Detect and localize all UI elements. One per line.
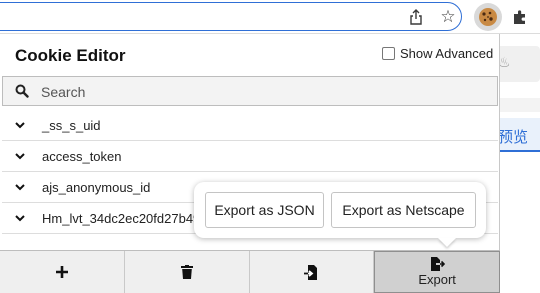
chevron-down-icon xyxy=(15,184,25,191)
popup-title: Cookie Editor xyxy=(15,46,126,65)
search-icon xyxy=(15,84,29,98)
export-button[interactable]: Export xyxy=(374,251,500,293)
cookie-name: ajs_anonymous_id xyxy=(42,180,151,195)
share-icon[interactable] xyxy=(404,5,428,29)
chevron-down-icon xyxy=(15,122,25,129)
trash-icon xyxy=(180,265,193,279)
import-icon xyxy=(304,264,318,280)
cookie-name: access_token xyxy=(42,149,122,164)
chevron-down-icon xyxy=(15,215,25,222)
bookmark-star-icon[interactable]: ☆ xyxy=(436,5,460,29)
show-advanced-toggle[interactable]: Show Advanced xyxy=(382,44,493,62)
search-placeholder: Search xyxy=(41,84,86,100)
cookie-item[interactable]: access_token xyxy=(2,141,498,172)
plus-icon xyxy=(55,266,68,278)
add-cookie-button[interactable] xyxy=(0,251,125,293)
delete-all-button[interactable] xyxy=(125,251,250,293)
export-button-label: Export xyxy=(418,272,456,287)
export-icon xyxy=(430,257,445,271)
search-input[interactable]: Search xyxy=(2,76,498,106)
cookie-item[interactable]: _ss_s_uid xyxy=(2,110,498,141)
address-bar[interactable] xyxy=(0,2,462,31)
action-bar: Export xyxy=(0,250,500,293)
popover-arrow xyxy=(438,238,456,247)
chevron-down-icon xyxy=(15,153,25,160)
cookie-name: _ss_s_uid xyxy=(42,118,101,133)
cookie-name: Hm_lvt_34dc2ec20fd27b492 xyxy=(42,211,208,226)
puzzle-extension-icon[interactable] xyxy=(508,5,532,29)
browser-toolbar: ☆ xyxy=(0,0,540,34)
import-button[interactable] xyxy=(250,251,375,293)
export-as-netscape-button[interactable]: Export as Netscape xyxy=(331,192,476,228)
show-advanced-checkbox[interactable] xyxy=(382,46,395,60)
cookie-editor-popup: Cookie Editor Show Advanced Search _ss_s… xyxy=(0,34,500,293)
export-menu: Export as JSON Export as Netscape xyxy=(194,182,486,247)
show-advanced-label: Show Advanced xyxy=(400,45,494,61)
cookie-extension-icon[interactable] xyxy=(474,3,502,31)
export-as-json-button[interactable]: Export as JSON xyxy=(205,192,324,228)
